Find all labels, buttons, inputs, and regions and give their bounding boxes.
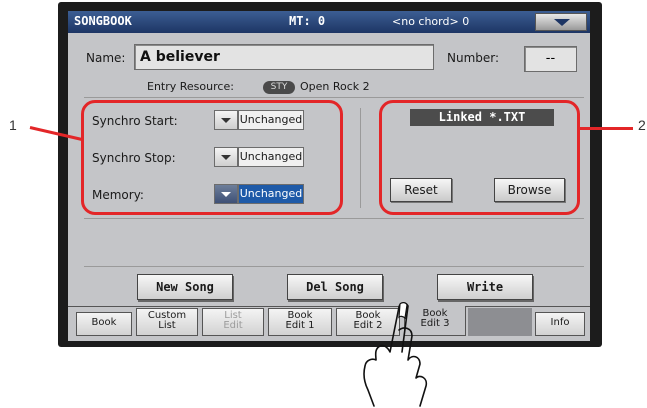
tab-info-label: Info [550, 317, 570, 328]
page-title: SONGBOOK [74, 14, 132, 28]
tab-book-edit-1[interactable]: Book Edit 1 [268, 308, 332, 336]
divider [84, 97, 584, 98]
chevron-down-icon [554, 19, 570, 26]
tab-bar-line [68, 306, 590, 307]
tab-info[interactable]: Info [535, 312, 585, 336]
tab-book-label: Book [91, 317, 117, 328]
callout-number-2: 2 [638, 117, 646, 133]
entry-resource-label: Entry Resource: [147, 80, 234, 93]
highlight-linked-area [379, 100, 580, 215]
chord-display: <no chord> 0 [392, 15, 470, 28]
tab-book[interactable]: Book [76, 312, 132, 336]
divider [84, 266, 584, 267]
callout-number-1: 1 [9, 117, 17, 133]
tab-custom-list[interactable]: Custom List [136, 308, 198, 336]
number-field[interactable]: -- [524, 46, 577, 72]
highlight-synchro-area [81, 100, 343, 215]
tab-list-edit-label-2: Edit [223, 320, 243, 331]
name-value: A believer [140, 49, 220, 65]
new-song-button[interactable]: New Song [137, 274, 233, 300]
tab-book-edit-1-label-2: Edit 1 [285, 320, 315, 331]
tab-list-edit: List Edit [202, 308, 264, 336]
number-label: Number: [447, 51, 500, 65]
divider [84, 218, 584, 219]
tab-custom-list-label-2: List [158, 320, 176, 331]
name-field[interactable]: A believer [134, 44, 434, 70]
divider-vertical [360, 108, 361, 208]
metronome-tempo: MT: 0 [289, 14, 326, 28]
style-badge: STY [263, 81, 295, 94]
entry-resource-value: Open Rock 2 [300, 80, 370, 93]
write-button[interactable]: Write [437, 274, 533, 300]
callout-line-2 [580, 127, 633, 130]
header-bar: SONGBOOK MT: 0 <no chord> 0 [68, 11, 590, 33]
pointing-hand-icon [363, 302, 428, 407]
page-menu-button[interactable] [535, 13, 587, 31]
name-label: Name: [86, 51, 126, 65]
del-song-button[interactable]: Del Song [287, 274, 383, 300]
tab-empty-slot [468, 308, 532, 336]
